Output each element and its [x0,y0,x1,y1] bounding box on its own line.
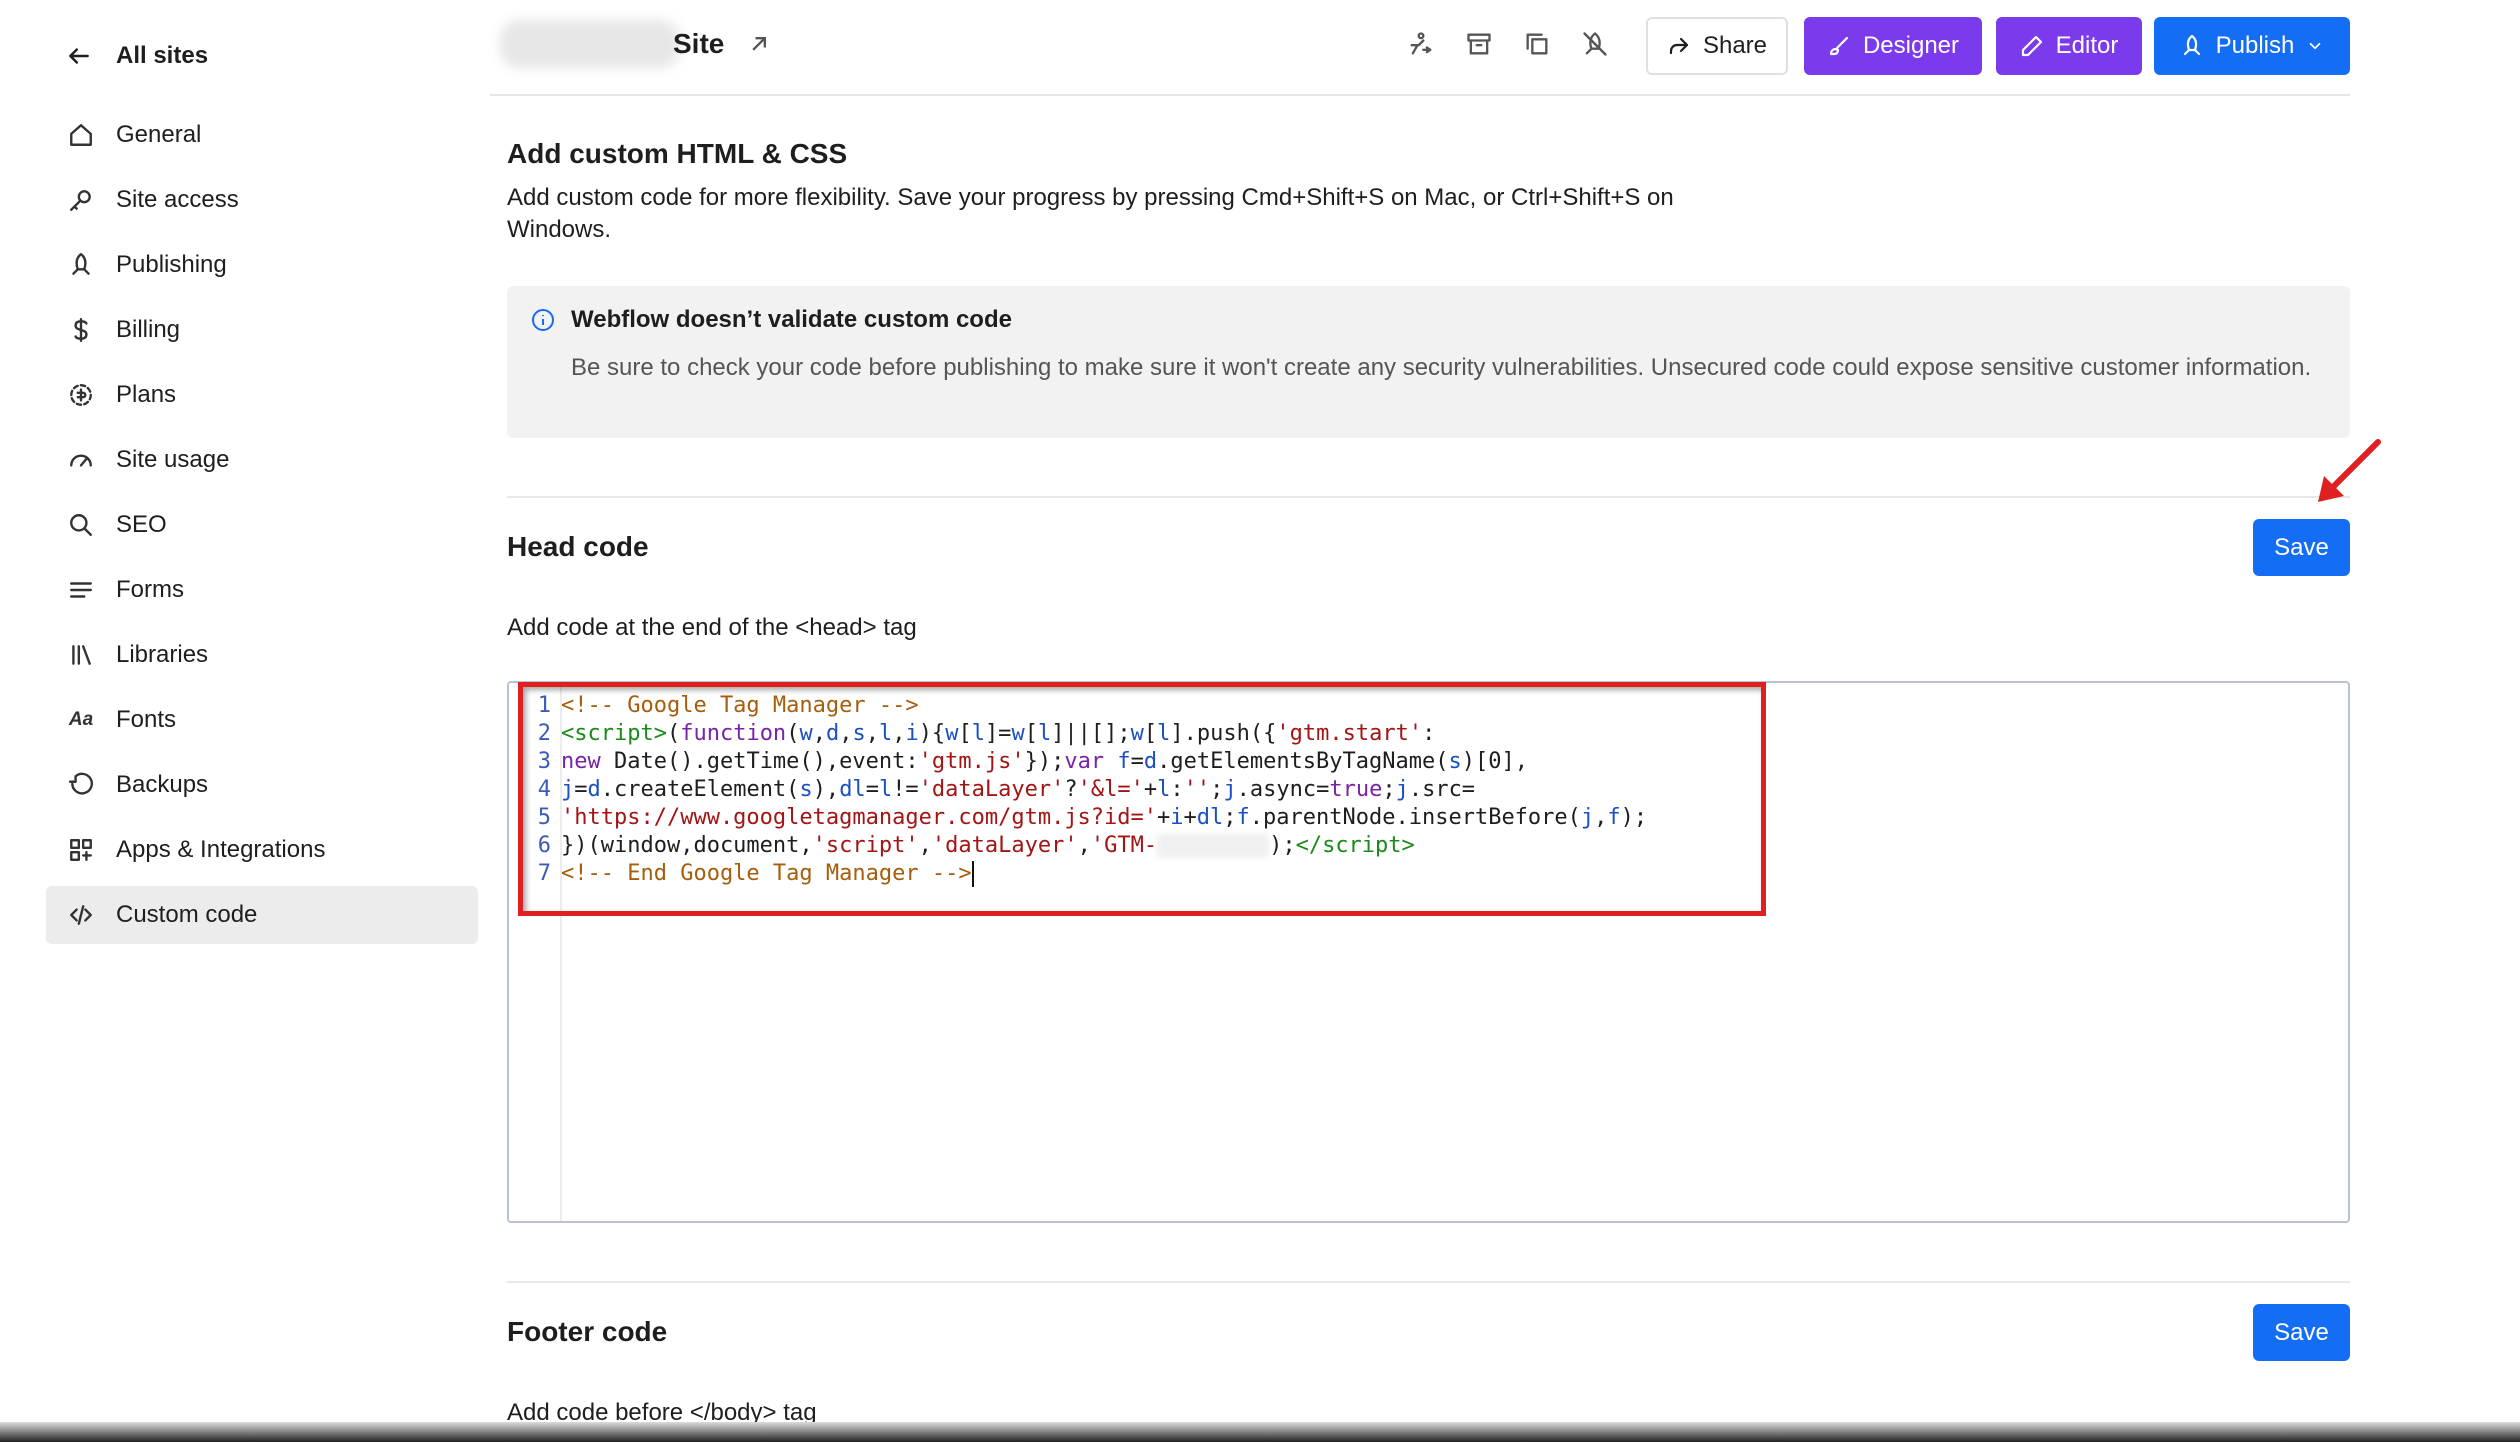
notice-title: Webflow doesn’t validate custom code [571,306,1012,333]
archive-icon[interactable] [1463,28,1495,60]
head-code-title: Head code [507,531,649,562]
sidebar-item-label: General [116,121,202,148]
toolbar-icons [1405,28,1611,60]
backup-icon [66,770,96,800]
sidebar-item-label: Apps & Integrations [116,836,326,863]
sidebar-item-label: Site access [116,186,239,213]
sidebar-item-libraries[interactable]: Libraries [46,626,478,684]
search-icon [66,510,96,540]
footer-code-title: Footer code [507,1316,668,1347]
publish-label: Publish [2215,32,2295,59]
home-icon [66,120,96,150]
dollar-icon [66,315,96,345]
brush-icon [1829,36,1849,56]
sidebar-item-backups[interactable]: Backups [46,756,478,814]
editor-button[interactable]: Editor [1996,17,2142,75]
library-icon [66,640,96,670]
unpublish-icon[interactable] [1579,28,1611,60]
duplicate-icon[interactable] [1521,28,1553,60]
external-link-icon[interactable] [745,30,773,58]
sidebar-item-label: Site usage [116,446,230,473]
info-icon [531,308,555,332]
sidebar-nav: General Site access Publishing Billing P… [46,106,478,951]
sidebar-item-label: Forms [116,576,184,603]
redacted-site-name [500,20,680,68]
transfer-icon[interactable] [1405,28,1437,60]
sidebar-item-publishing[interactable]: Publishing [46,236,478,294]
top-bar: Site Share Designer Editor Publish [490,0,2350,96]
red-arrow-icon [2318,439,2381,502]
designer-label: Designer [1862,32,1960,59]
sidebar-item-plans[interactable]: Plans [46,366,478,424]
sidebar-item-label: SEO [116,511,167,538]
notice-body: Be sure to check your code before publis… [571,354,2312,381]
pencil-icon [2021,35,2042,57]
head-save-button[interactable]: Save [2253,519,2350,576]
sidebar-item-label: Backups [116,771,209,798]
rocket-icon [66,250,96,280]
site-title: Site [673,28,725,59]
gauge-icon [66,445,96,475]
all-sites-link[interactable]: All sites [64,36,208,76]
share-button[interactable]: Share [1646,17,1788,75]
validation-notice: Webflow doesn’t validate custom code Be … [507,286,2350,438]
footer-save-button[interactable]: Save [2253,1304,2350,1361]
apps-icon [66,835,96,865]
chevron-down-icon [2310,42,2321,50]
sidebar-item-apps-integrations[interactable]: Apps & Integrations [46,821,478,879]
designer-button[interactable]: Designer [1804,17,1982,75]
editor-label: Editor [2055,32,2119,59]
arrow-left-icon [64,41,94,71]
key-icon [66,185,96,215]
rocket-icon [2183,34,2200,56]
share-label: Share [1702,32,1768,59]
sidebar-item-custom-code[interactable]: Custom code [46,886,478,944]
divider [507,496,2350,498]
section-title: Add custom HTML & CSS [507,138,848,169]
code-icon [66,900,96,930]
sidebar-item-site-usage[interactable]: Site usage [46,431,478,489]
sidebar-item-label: Publishing [116,251,227,278]
sidebar: All sites General Site access Publishing… [0,0,490,1442]
sidebar-item-site-access[interactable]: Site access [46,171,478,229]
share-icon [1669,37,1689,55]
sidebar-item-general[interactable]: General [46,106,478,164]
forms-icon [66,575,96,605]
plans-icon [66,380,96,410]
highlight-box [518,682,1766,916]
sidebar-item-label: Custom code [116,901,258,928]
all-sites-label: All sites [116,42,209,69]
sidebar-item-label: Libraries [116,641,209,668]
fonts-icon: Aa [68,709,94,730]
sidebar-item-label: Fonts [116,706,177,733]
sidebar-item-label: Plans [116,381,177,408]
sidebar-item-forms[interactable]: Forms [46,561,478,619]
sidebar-item-fonts[interactable]: Aa Fonts [46,691,478,749]
sidebar-item-label: Billing [116,316,181,343]
divider [507,1281,2350,1283]
sidebar-item-billing[interactable]: Billing [46,301,478,359]
head-code-description: Add code at the end of the <head> tag [507,614,917,641]
sidebar-item-seo[interactable]: SEO [46,496,478,554]
publish-button[interactable]: Publish [2154,17,2350,75]
window-bottom-edge [0,1422,2520,1442]
section-description: Add custom code for more flexibility. Sa… [507,184,1674,243]
